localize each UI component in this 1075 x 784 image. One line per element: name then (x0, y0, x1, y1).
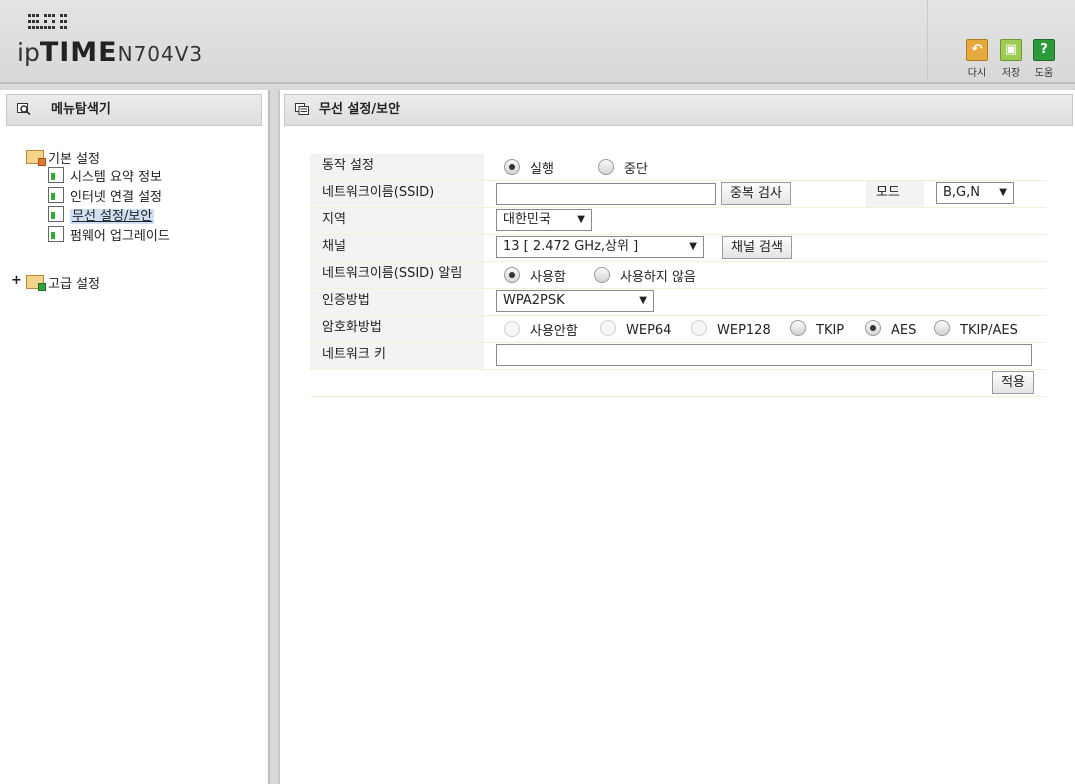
menu-group-advanced-label: 고급 설정 (48, 277, 100, 292)
broadcast-on-radio[interactable]: 사용함 (504, 266, 566, 285)
menu-group-basic-label: 기본 설정 (48, 152, 100, 167)
reload-label: 다시 (967, 68, 987, 79)
sidebar-item-label: 무선 설정/보안 (70, 209, 155, 224)
row-auth: 인증방법 WPA2PSK ▼ (310, 288, 1046, 315)
operation-stop-label: 중단 (624, 162, 648, 177)
encryption-tkip-radio[interactable]: TKIP (790, 320, 844, 338)
dropdown-arrow-icon: ▼ (577, 214, 585, 225)
region-label: 지역 (310, 208, 484, 234)
encryption-wep128-radio[interactable]: WEP128 (691, 320, 771, 338)
ssid-input[interactable] (496, 183, 716, 205)
encryption-none-radio[interactable]: 사용안함 (504, 320, 578, 339)
auth-select[interactable]: WPA2PSK ▼ (496, 290, 654, 312)
broadcast-off-radio[interactable]: 사용하지 않음 (594, 266, 696, 285)
row-region: 지역 대한민국 ▼ (310, 207, 1046, 234)
dropdown-arrow-icon: ▼ (689, 241, 697, 252)
folder-icon (26, 150, 46, 166)
sidebar-item-system-summary[interactable]: 시스템 요약 정보 (48, 166, 162, 185)
broadcast-label: 네트워크이름(SSID) 알림 (310, 262, 484, 288)
ssid-label: 네트워크이름(SSID) (310, 181, 484, 207)
region-value: 대한민국 (503, 212, 551, 227)
computer-icon (48, 187, 64, 203)
help-label: 도움 (1034, 68, 1054, 79)
row-ssid: 네트워크이름(SSID) 중복 검사 모드 B,G,N ▼ (310, 180, 1046, 207)
menu-explorer-icon (17, 103, 31, 115)
brand-dots (28, 14, 68, 32)
mode-label: 모드 (866, 181, 924, 207)
network-key-label: 네트워크 키 (310, 343, 484, 369)
page-title: 무선 설정/보안 (319, 102, 401, 117)
operation-run-label: 실행 (530, 162, 554, 177)
main-panel: 무선 설정/보안 동작 설정 실행 중단 네트워크이름(SSID) 중복 검사 … (278, 90, 1075, 784)
encryption-wep128-label: WEP128 (717, 323, 771, 338)
wireless-icon (48, 206, 64, 222)
model-name: N704V3 (117, 42, 204, 66)
brand-name: TIME (39, 37, 118, 68)
operation-label: 동작 설정 (310, 154, 484, 180)
dropdown-arrow-icon: ▼ (639, 295, 647, 306)
encryption-tkip-label: TKIP (816, 323, 845, 338)
brand-prefix: ip (17, 38, 40, 67)
encryption-tkip-aes-label: TKIP/AES (960, 323, 1018, 338)
region-select[interactable]: 대한민국 ▼ (496, 209, 592, 231)
upgrade-icon (48, 226, 64, 242)
encryption-aes-label: AES (891, 323, 917, 338)
wireless-settings-form: 동작 설정 실행 중단 네트워크이름(SSID) 중복 검사 모드 B,G,N ▼… (310, 154, 1046, 397)
save-label: 저장 (1001, 68, 1021, 79)
folder-icon (26, 275, 46, 291)
encryption-wep64-label: WEP64 (626, 323, 672, 338)
menu-group-advanced[interactable]: + 고급 설정 (11, 273, 100, 292)
broadcast-off-label: 사용하지 않음 (620, 270, 696, 285)
channel-value: 13 [ 2.472 GHz,상위 ] (503, 239, 639, 254)
reload-button[interactable]: ↶ 다시 (963, 39, 991, 79)
channel-search-button[interactable]: 채널 검색 (722, 236, 792, 259)
encryption-label: 암호화방법 (310, 316, 484, 342)
duplicate-check-button[interactable]: 중복 검사 (721, 182, 791, 205)
channel-select[interactable]: 13 [ 2.472 GHz,상위 ] ▼ (496, 236, 704, 258)
chart-icon (48, 167, 64, 183)
encryption-aes-radio[interactable]: AES (865, 320, 916, 338)
save-icon: ▣ (1000, 39, 1022, 61)
encryption-tkip-aes-radio[interactable]: TKIP/AES (934, 320, 1018, 338)
row-channel: 채널 13 [ 2.472 GHz,상위 ] ▼ 채널 검색 (310, 234, 1046, 261)
broadcast-on-label: 사용함 (530, 270, 566, 285)
sidebar-item-label: 인터넷 연결 설정 (70, 190, 162, 205)
sidebar-title-bar: 메뉴탐색기 (6, 94, 262, 126)
encryption-none-label: 사용안함 (530, 324, 578, 339)
operation-run-radio[interactable]: 실행 (504, 158, 554, 177)
channel-label: 채널 (310, 235, 484, 261)
window-icon (295, 103, 309, 115)
row-encryption: 암호화방법 사용안함 WEP64 WEP128 TKIP AES TKIP/AE… (310, 315, 1046, 342)
mode-value: B,G,N (943, 185, 980, 200)
sidebar-item-label: 펌웨어 업그레이드 (70, 229, 170, 244)
row-broadcast: 네트워크이름(SSID) 알림 사용함 사용하지 않음 (310, 261, 1046, 288)
encryption-wep64-radio[interactable]: WEP64 (600, 320, 671, 338)
header-divider (927, 0, 928, 80)
auth-value: WPA2PSK (503, 293, 565, 308)
sidebar-item-label: 시스템 요약 정보 (70, 170, 162, 185)
row-network-key: 네트워크 키 (310, 342, 1046, 369)
help-icon: ? (1033, 39, 1055, 61)
sidebar: 메뉴탐색기 기본 설정 시스템 요약 정보 인터넷 연결 설정 무선 설정/보안… (0, 90, 270, 784)
apply-button[interactable]: 적용 (992, 371, 1034, 394)
header: ipTIMEN704V3 ↶ 다시 ▣ 저장 ? 도움 (0, 0, 1075, 84)
save-button[interactable]: ▣ 저장 (997, 39, 1025, 79)
sidebar-item-internet[interactable]: 인터넷 연결 설정 (48, 186, 162, 205)
reload-icon: ↶ (966, 39, 988, 61)
menu-group-basic[interactable]: 기본 설정 (26, 148, 100, 167)
sidebar-item-firmware[interactable]: 펌웨어 업그레이드 (48, 225, 170, 244)
help-button[interactable]: ? 도움 (1030, 39, 1058, 79)
dropdown-arrow-icon: ▼ (999, 187, 1007, 198)
sidebar-title: 메뉴탐색기 (51, 102, 111, 117)
brand-logo: ipTIMEN704V3 (17, 39, 203, 66)
operation-stop-radio[interactable]: 중단 (598, 158, 648, 177)
main-title-bar: 무선 설정/보안 (284, 94, 1073, 126)
row-operation: 동작 설정 실행 중단 (310, 154, 1046, 180)
network-key-input[interactable] (496, 344, 1032, 366)
auth-label: 인증방법 (310, 289, 484, 315)
expand-icon[interactable]: + (11, 273, 22, 288)
sidebar-item-wireless[interactable]: 무선 설정/보안 (48, 205, 155, 224)
row-apply: 적용 (310, 369, 1046, 397)
mode-select[interactable]: B,G,N ▼ (936, 182, 1014, 204)
